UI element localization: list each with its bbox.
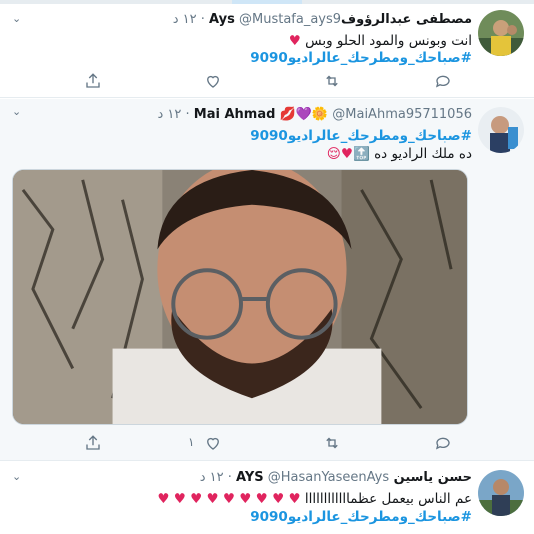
- tweet-text: انت وبونس والمود الحلو وبس ♥: [289, 32, 472, 50]
- avatar[interactable]: [478, 107, 524, 153]
- tweet-text-body: ده ملك الراديو ده: [374, 146, 472, 162]
- tweet-3[interactable]: ⌄ حسن ياسين AYS @HasanYaseenAys · ١٢ د ع…: [0, 462, 534, 534]
- hashtag-link[interactable]: #صباحك_ومطرحك_عالراديو9090: [250, 49, 472, 67]
- tweet-text: ده ملك الراديو ده 🔝♥😌: [327, 145, 472, 163]
- heart-outline-icon[interactable]: [204, 72, 222, 90]
- tweet-text-body: عم الناس بيعمل عظماااااااااااا: [304, 491, 472, 507]
- tweet-header: Mai Ahmad 💋💜🌼 @MaiAhma95711056 · ١٢ د: [157, 107, 472, 122]
- chevron-down-icon[interactable]: ⌄: [12, 12, 21, 25]
- emoji-group: 🔝♥😌: [326, 146, 370, 162]
- tweet-1[interactable]: ⌄ مصطفى عبدالرؤوفAys @Mustafa_ays9 · ١٢ …: [0, 4, 534, 98]
- separator-dot: ·: [227, 470, 232, 485]
- tweet-text: عم الناس بيعمل عظماااااااااااا ♥ ♥ ♥ ♥ ♥…: [157, 490, 472, 508]
- retweet-icon[interactable]: [323, 72, 341, 90]
- share-icon[interactable]: [84, 434, 102, 452]
- tweet-time[interactable]: ١٢ د: [200, 470, 224, 485]
- heart-outline-icon[interactable]: [204, 434, 222, 452]
- author-name[interactable]: Mai Ahmad: [194, 107, 276, 122]
- heart-emoji: ♥: [288, 33, 301, 49]
- reply-icon[interactable]: [434, 72, 452, 90]
- hashtag-link[interactable]: #صباحك_ومطرحك_عالراديو9090: [250, 508, 472, 526]
- tweet-text-body: انت وبونس والمود الحلو وبس: [305, 33, 472, 49]
- chevron-down-icon[interactable]: ⌄: [12, 470, 21, 483]
- retweet-count: ١: [188, 435, 195, 449]
- author-handle[interactable]: @MaiAhma95711056: [332, 107, 472, 122]
- name-emoji: 💋💜🌼: [279, 107, 329, 122]
- tweet-photo[interactable]: [12, 169, 468, 425]
- avatar[interactable]: [478, 10, 524, 56]
- chevron-down-icon[interactable]: ⌄: [12, 105, 21, 118]
- tweet-header: مصطفى عبدالرؤوفAys @Mustafa_ays9 · ١٢ د: [173, 12, 472, 27]
- reply-icon[interactable]: [434, 434, 452, 452]
- separator-dot: ·: [200, 12, 205, 27]
- hearts-emoji: ♥ ♥ ♥ ♥ ♥ ♥ ♥ ♥ ♥: [157, 491, 301, 507]
- tweet-actions: [0, 72, 534, 92]
- tweet-actions: ١: [0, 434, 534, 454]
- hashtag-link[interactable]: #صباحك_ومطرحك_عالراديو9090: [250, 127, 472, 145]
- avatar[interactable]: [478, 470, 524, 516]
- tweet-time[interactable]: ١٢ د: [157, 107, 181, 122]
- tweet-2[interactable]: ⌄ Mai Ahmad 💋💜🌼 @MaiAhma95711056 · ١٢ د …: [0, 99, 534, 461]
- separator-dot: ·: [185, 107, 190, 122]
- retweet-icon[interactable]: [323, 434, 341, 452]
- author-handle[interactable]: @Mustafa_ays9: [239, 12, 341, 27]
- tweet-header: حسن ياسين AYS @HasanYaseenAys · ١٢ د: [200, 470, 472, 485]
- share-icon[interactable]: [84, 72, 102, 90]
- author-handle[interactable]: @HasanYaseenAys: [268, 470, 389, 485]
- tweet-time[interactable]: ١٢ د: [173, 12, 197, 27]
